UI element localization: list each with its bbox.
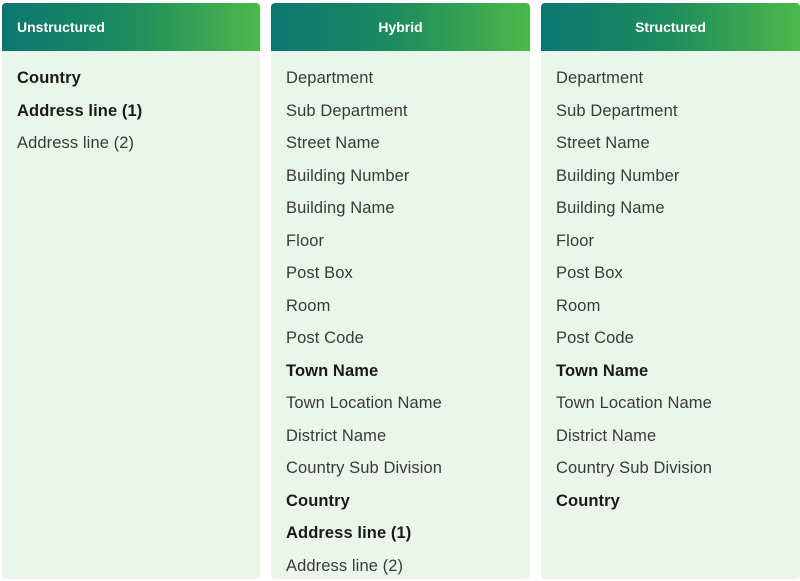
field-list-unstructured: Country Address line (1) Address line (2) [2, 51, 260, 160]
field-item: Post Code [286, 329, 364, 347]
field-item: Department [556, 69, 644, 87]
field-item: District Name [556, 426, 657, 445]
field-item: Address line (2) [17, 134, 135, 152]
column-header-structured: Structured [541, 3, 800, 51]
column-title: Hybrid [378, 19, 423, 35]
field-item: Floor [556, 231, 595, 250]
field-item: Town Location Name [556, 394, 712, 412]
field-item: Address line (1) [17, 101, 143, 120]
column-hybrid: Hybrid Department Sub Department Street Na… [271, 3, 530, 579]
field-item: Town Name [286, 361, 379, 380]
field-item: Building Number [286, 166, 410, 185]
column-structured: Structured Department Sub Department Stree… [541, 3, 800, 579]
column-unstructured: Unstructured Country Address line (1) Addr… [2, 3, 260, 579]
field-item: Room [556, 296, 601, 315]
field-item: Floor [286, 231, 325, 250]
field-item: Country [17, 69, 81, 87]
field-item: Building Name [286, 199, 395, 217]
column-header-hybrid: Hybrid [271, 3, 530, 51]
field-item: Sub Department [556, 101, 678, 120]
field-list-hybrid: Department Sub Department Street Name Build… [271, 51, 530, 579]
field-item: Building Number [556, 166, 680, 185]
field-item: Country Sub Division [286, 459, 443, 477]
column-title: Structured [635, 19, 706, 35]
field-item: Street Name [556, 134, 650, 152]
field-item: Department [286, 69, 374, 87]
column-title: Unstructured [17, 19, 105, 35]
field-item: Building Name [556, 199, 665, 217]
field-item: Town Location Name [286, 394, 442, 412]
field-item: Country [286, 491, 350, 510]
field-item: Town Name [556, 361, 649, 380]
field-item: Address line (1) [286, 524, 412, 542]
field-item: Room [286, 296, 331, 315]
field-item: Post Box [556, 264, 623, 282]
address-format-comparison: Unstructured Country Address line (1) Addr… [2, 3, 800, 579]
field-item: Sub Department [286, 101, 408, 120]
field-item: Address line (2) [286, 556, 404, 575]
field-item: Post Box [286, 264, 353, 282]
field-list-structured: Department Sub Department Street Name Build… [541, 51, 800, 517]
field-item: Post Code [556, 329, 634, 347]
field-item: Country Sub Division [556, 459, 713, 477]
column-header-unstructured: Unstructured [2, 3, 260, 51]
field-item: Street Name [286, 134, 380, 152]
field-item: Country [556, 491, 620, 510]
field-item: District Name [286, 426, 387, 445]
